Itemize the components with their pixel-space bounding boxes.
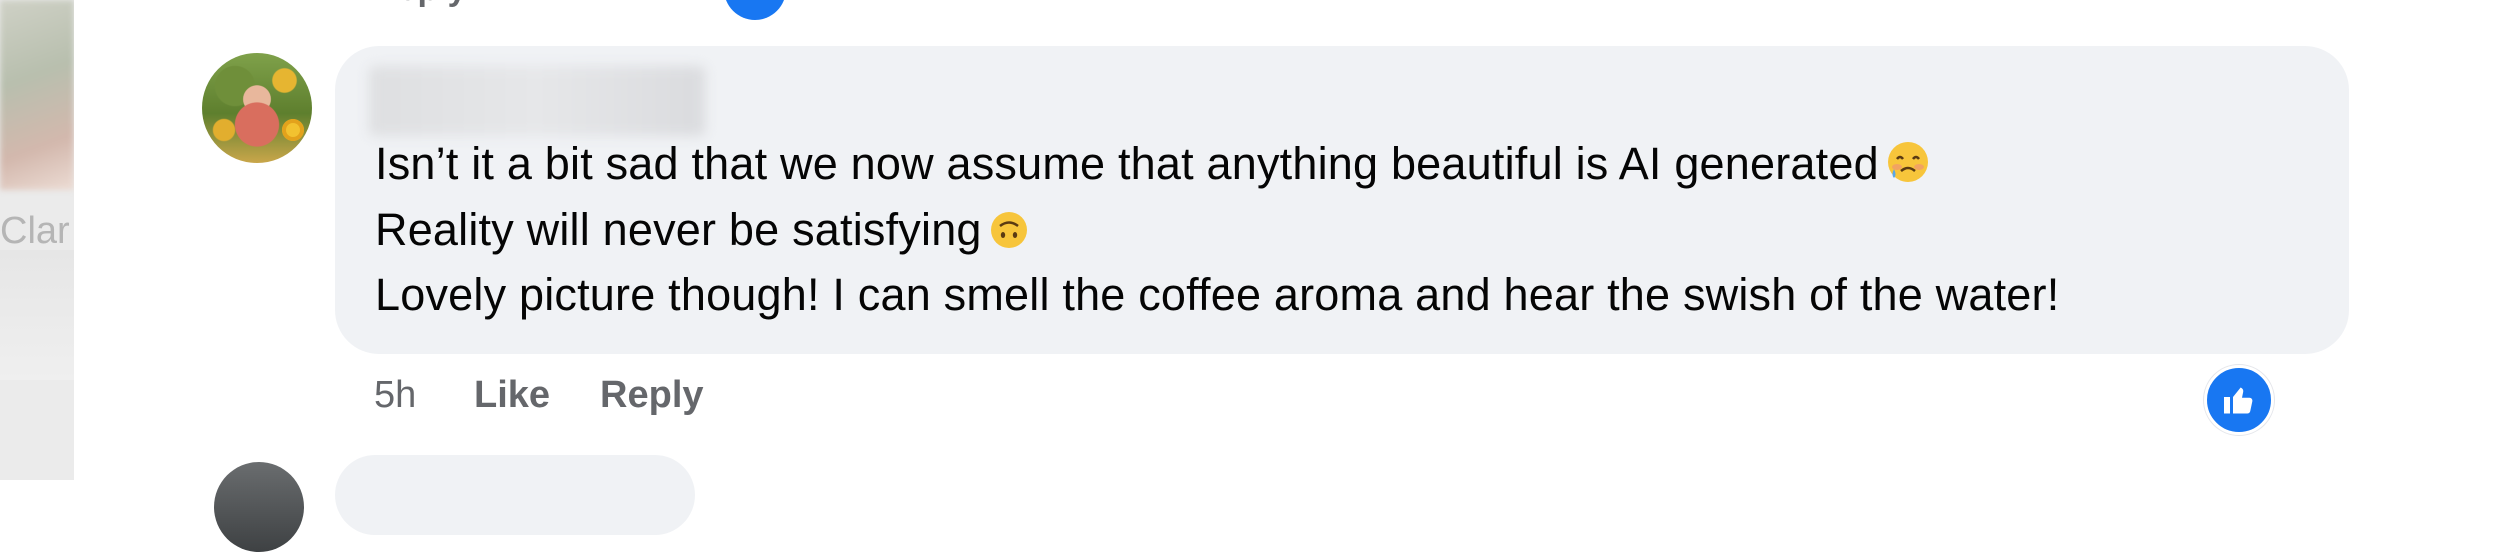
upside-down-face-emoji: [988, 209, 1030, 262]
comment-text-line: Isn’t it a bit sad that we now assume th…: [375, 138, 1931, 196]
previous-comment-like-reaction-icon[interactable]: [724, 0, 786, 20]
next-comment-avatar[interactable]: [214, 462, 304, 552]
background-post-panel: Clar: [0, 0, 74, 480]
avatar[interactable]: [202, 53, 312, 163]
background-panel: [0, 250, 74, 380]
comment-timestamp[interactable]: 5h: [374, 374, 474, 417]
comments-section: Reply Isn’t it a bit sad that we now ass…: [74, 0, 2493, 552]
comment-bubble: Isn’t it a bit sad that we now assume th…: [335, 46, 2349, 354]
face-holding-back-tears-emoji: [1885, 139, 1931, 196]
comment-actions: 5h Like Reply: [374, 370, 754, 420]
background-image: [0, 0, 74, 190]
comment-text-line: Lovely picture though! I can smell the c…: [375, 269, 2060, 320]
comment-text-line: Reality will never be satisfying: [375, 204, 1030, 262]
reply-button[interactable]: Reply: [600, 374, 703, 417]
sunflower-decoration: [282, 119, 304, 141]
author-name-redacted[interactable]: [369, 66, 705, 136]
next-comment-bubble: [335, 455, 695, 535]
thumbs-up-icon[interactable]: [2204, 365, 2274, 435]
like-button[interactable]: Like: [474, 374, 550, 417]
background-partial-name: Clar: [0, 210, 70, 252]
previous-comment-reply-link[interactable]: Reply: [374, 0, 467, 10]
